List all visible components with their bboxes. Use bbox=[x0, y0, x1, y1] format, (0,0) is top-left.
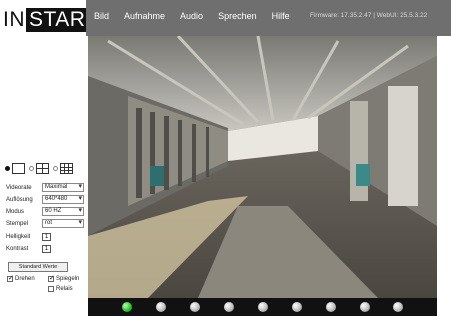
camera-6-dot[interactable] bbox=[292, 302, 302, 312]
stempel-row: Stempel rot bbox=[6, 219, 84, 228]
aufloesung-label: Auflösung bbox=[6, 196, 33, 203]
aufloesung-select[interactable]: 640*480 bbox=[42, 195, 84, 204]
logo-part-in: IN bbox=[2, 8, 26, 32]
single-view-icon[interactable] bbox=[12, 163, 25, 174]
drehen-label: Drehen bbox=[15, 276, 35, 282]
camera-2-dot[interactable] bbox=[156, 302, 166, 312]
spiegeln-checkbox[interactable] bbox=[48, 274, 55, 282]
standard-values-button[interactable]: Standard Werte bbox=[8, 262, 68, 272]
drehen-checkbox-row[interactable]: Drehen bbox=[7, 274, 35, 282]
helligkeit-row: Helligkeit 1 bbox=[6, 233, 51, 241]
settings-panel: Videorate Maximal Auflösung 640*480 Modu… bbox=[0, 36, 88, 322]
videorate-label: Videorate bbox=[6, 184, 32, 191]
camera-8-dot[interactable] bbox=[360, 302, 370, 312]
helligkeit-stepper[interactable]: 1 bbox=[42, 233, 51, 241]
drehen-checkbox[interactable] bbox=[7, 274, 14, 282]
relais-checkbox-row[interactable]: Relais bbox=[48, 286, 73, 292]
nine-view-icon[interactable] bbox=[60, 163, 73, 174]
logo-part-star: STAR bbox=[26, 8, 89, 32]
menu-sprechen[interactable]: Sprechen bbox=[218, 11, 257, 21]
radio-quad-view[interactable] bbox=[29, 166, 34, 171]
firmware-info: Firmware: 17.35.2.47 | WebUI: 25.5.3.22 bbox=[310, 12, 428, 19]
radio-single-view[interactable] bbox=[5, 166, 10, 171]
videorate-row: Videorate Maximal bbox=[6, 183, 84, 192]
kontrast-stepper[interactable]: 1 bbox=[42, 245, 51, 253]
menu-audio[interactable]: Audio bbox=[180, 11, 203, 21]
menubar: Bild Aufnahme Audio Sprechen Hilfe Firmw… bbox=[86, 0, 451, 36]
kontrast-label: Kontrast bbox=[6, 246, 29, 252]
helligkeit-label: Helligkeit bbox=[6, 234, 31, 240]
radio-nine-view[interactable] bbox=[53, 166, 58, 171]
camera-9-dot[interactable] bbox=[393, 302, 403, 312]
kontrast-row: Kontrast 1 bbox=[6, 245, 51, 253]
main-menu: Bild Aufnahme Audio Sprechen Hilfe bbox=[94, 11, 290, 21]
menu-aufnahme[interactable]: Aufnahme bbox=[124, 11, 165, 21]
stempel-label: Stempel bbox=[6, 220, 29, 227]
quad-view-icon[interactable] bbox=[36, 163, 49, 174]
modus-select[interactable]: 60 HZ bbox=[42, 207, 84, 216]
modus-row: Modus 60 HZ bbox=[6, 207, 84, 216]
menu-hilfe[interactable]: Hilfe bbox=[272, 11, 290, 21]
camera-7-dot[interactable] bbox=[326, 302, 336, 312]
camera-5-dot[interactable] bbox=[258, 302, 268, 312]
camera-live-view[interactable] bbox=[88, 36, 437, 298]
videorate-select[interactable]: Maximal bbox=[42, 183, 84, 192]
camera-4-dot[interactable] bbox=[224, 302, 234, 312]
spiegeln-checkbox-row[interactable]: Spiegeln bbox=[48, 274, 80, 282]
instar-logo: IN STAR bbox=[2, 8, 89, 32]
camera-control-bar bbox=[88, 298, 437, 316]
camera-1-dot[interactable] bbox=[122, 302, 132, 312]
modus-label: Modus bbox=[6, 208, 25, 215]
relais-label: Relais bbox=[56, 286, 73, 292]
spiegeln-label: Spiegeln bbox=[56, 276, 80, 282]
aufloesung-row: Auflösung 640*480 bbox=[6, 195, 84, 204]
header: IN STAR Bild Aufnahme Audio Sprechen Hil… bbox=[0, 0, 451, 36]
stempel-select[interactable]: rot bbox=[42, 219, 84, 228]
view-layout-selector bbox=[5, 163, 75, 174]
relais-checkbox[interactable] bbox=[48, 286, 54, 292]
camera-image bbox=[88, 36, 437, 298]
menu-bild[interactable]: Bild bbox=[94, 11, 109, 21]
camera-3-dot[interactable] bbox=[190, 302, 200, 312]
